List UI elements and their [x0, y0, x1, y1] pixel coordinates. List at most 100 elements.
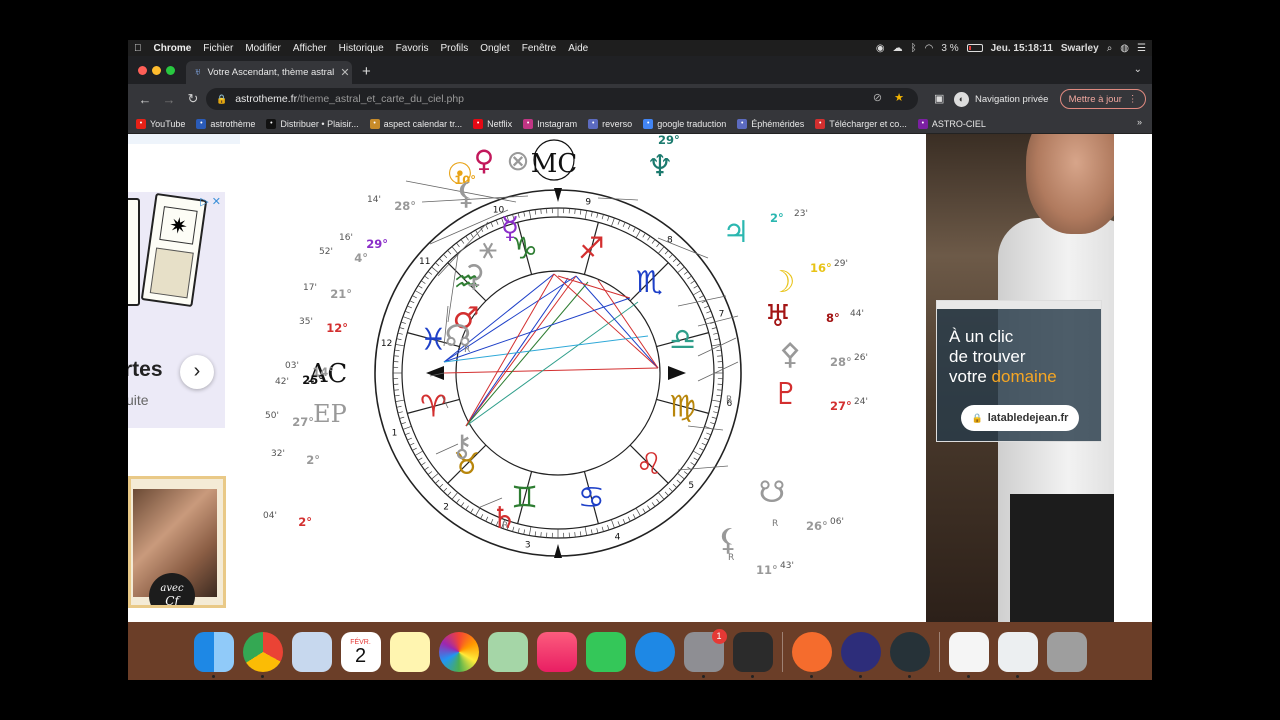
planet-minute: 06': [830, 517, 844, 527]
side-panel-icon[interactable]: ▣: [934, 92, 944, 105]
private-label: Navigation privée: [975, 93, 1049, 105]
page-scrollbar[interactable]: [1114, 134, 1152, 622]
menu-item-history[interactable]: Historique: [333, 43, 390, 54]
degree-tick: [540, 208, 542, 214]
menu-clock[interactable]: Jeu. 15:18:11: [991, 43, 1053, 54]
retrograde-marker: R: [502, 521, 508, 531]
update-label: Mettre à jour: [1068, 93, 1122, 105]
notes-icon[interactable]: [389, 632, 430, 672]
search-icon[interactable]: ⌕: [1107, 43, 1113, 54]
page-top-strip: [128, 134, 240, 144]
degree-tick: [490, 222, 494, 227]
left-ad-banner[interactable]: ✷ ▷ ✕ rtes uite ›: [128, 192, 225, 428]
bookmark-item[interactable]: • YouTube: [136, 118, 185, 129]
planet-minute: 42': [275, 377, 289, 387]
planet-minute: 52': [319, 247, 333, 257]
chevron-right-icon[interactable]: ›: [180, 355, 214, 389]
menu-item-bookmarks[interactable]: Favoris: [390, 43, 435, 54]
bookmarks-more-icon[interactable]: »: [1137, 117, 1142, 127]
settings-icon[interactable]: 1: [683, 629, 727, 678]
bookmark-item[interactable]: • google traduction: [643, 118, 726, 129]
record-icon[interactable]: ◉: [876, 43, 885, 54]
right-ad-banner[interactable]: À un clic de trouver votre domaine 🔒 lat…: [926, 134, 1114, 622]
control-center-icon[interactable]: ☰: [1137, 43, 1146, 54]
screenshot-icon[interactable]: [997, 632, 1038, 678]
menu-item-view[interactable]: Afficher: [287, 43, 333, 54]
eye-off-icon[interactable]: ⊘: [873, 91, 882, 104]
menu-item-tab[interactable]: Onglet: [474, 43, 515, 54]
bluetooth-icon[interactable]: ᛒ: [911, 43, 917, 54]
menu-item-file[interactable]: Fichier: [197, 43, 239, 54]
bookmark-item[interactable]: • ASTRO-CIEL: [917, 118, 986, 129]
menu-item-chrome[interactable]: Chrome: [148, 43, 198, 54]
bookmark-item[interactable]: • Instagram: [523, 118, 577, 129]
cloud-icon[interactable]: ☁: [893, 43, 903, 54]
siri-icon[interactable]: ◍: [1120, 43, 1129, 54]
degree-tick: [480, 514, 484, 519]
finder-icon[interactable]: [193, 632, 234, 678]
degree-tick: [396, 338, 402, 341]
degree-tick: [460, 239, 465, 244]
bookmark-item[interactable]: • reverso: [588, 118, 632, 129]
window-close-button[interactable]: [138, 66, 147, 75]
photos-icon[interactable]: [438, 632, 479, 672]
finalcut-icon[interactable]: [732, 632, 773, 678]
battery-icon[interactable]: [966, 44, 983, 52]
origin-icon[interactable]: [791, 632, 832, 678]
ep-label: EP: [313, 400, 347, 428]
left-ad-photo-banner[interactable]: avec Cf: [128, 476, 226, 608]
apple-menu-icon[interactable]: : [128, 43, 148, 54]
menu-item-help[interactable]: Aide: [562, 43, 594, 54]
quicktime-icon[interactable]: [889, 632, 930, 678]
apron-image: [1010, 494, 1114, 622]
degree-tick: [632, 514, 636, 519]
bookmark-item[interactable]: • astrothème: [196, 118, 255, 129]
tab-close-icon[interactable]: ✕: [338, 66, 352, 79]
tab-search-chevron-icon[interactable]: ⌄: [1134, 64, 1142, 75]
back-icon[interactable]: ←: [134, 92, 156, 107]
maps-icon[interactable]: [487, 632, 528, 672]
update-button[interactable]: Mettre à jour ⋮: [1060, 89, 1146, 109]
address-bar[interactable]: 🔒 astrotheme.fr/theme_astral_et_carte_du…: [206, 88, 918, 110]
menu-user[interactable]: Swarley: [1061, 43, 1099, 54]
reload-icon[interactable]: ↻: [182, 91, 204, 107]
menu-item-window[interactable]: Fenêtre: [516, 43, 562, 54]
menu-item-profiles[interactable]: Profils: [434, 43, 474, 54]
tab-active[interactable]: ♅ Votre Ascendant, thème astral ✕: [186, 61, 352, 84]
document-icon[interactable]: [948, 632, 989, 678]
bookmark-item[interactable]: • Éphémérides: [737, 118, 804, 129]
chrome-icon[interactable]: [242, 632, 283, 678]
preview-icon[interactable]: [291, 632, 332, 672]
bookmark-item[interactable]: • Télécharger et co...: [815, 118, 907, 129]
ad-url-pill[interactable]: 🔒 latabledejean.fr: [961, 405, 1079, 431]
lock-icon[interactable]: 🔒: [216, 94, 227, 105]
degree-tick: [393, 355, 399, 357]
degree-tick: [676, 479, 681, 484]
house-number: 11: [419, 257, 430, 267]
window-minimize-button[interactable]: [152, 66, 161, 75]
degree-tick: [668, 254, 673, 259]
degree-tick: [711, 416, 717, 419]
degree-tick: [714, 338, 720, 341]
private-browsing-indicator[interactable]: ◐ Navigation privée: [954, 90, 1048, 108]
bookmark-star-icon[interactable]: ★: [894, 91, 904, 104]
wifi-icon[interactable]: ◠: [925, 43, 934, 54]
window-zoom-button[interactable]: [166, 66, 175, 75]
bookmark-item[interactable]: • aspect calendar tr...: [369, 118, 462, 129]
calendar-icon[interactable]: FÉVR. 2: [340, 632, 381, 672]
trash-icon[interactable]: [1046, 632, 1087, 672]
tarot-card-image: [128, 198, 140, 306]
appstore-icon[interactable]: [634, 632, 675, 672]
degree-tick: [596, 528, 599, 534]
menu-item-edit[interactable]: Modifier: [239, 43, 287, 54]
music-icon[interactable]: [536, 632, 577, 672]
facetime-icon[interactable]: [585, 632, 626, 672]
degree-tick: [451, 246, 458, 254]
bookmark-item[interactable]: • Distribuer • Plaisir...: [266, 118, 359, 129]
new-tab-icon[interactable]: +: [362, 63, 371, 80]
degree-tick: [393, 389, 399, 391]
ad-choices-icon[interactable]: ▷ ✕: [200, 195, 221, 208]
bookmark-item[interactable]: • Netflix: [473, 118, 512, 129]
forward-icon[interactable]: →: [158, 92, 180, 107]
audio-icon[interactable]: [840, 632, 881, 678]
